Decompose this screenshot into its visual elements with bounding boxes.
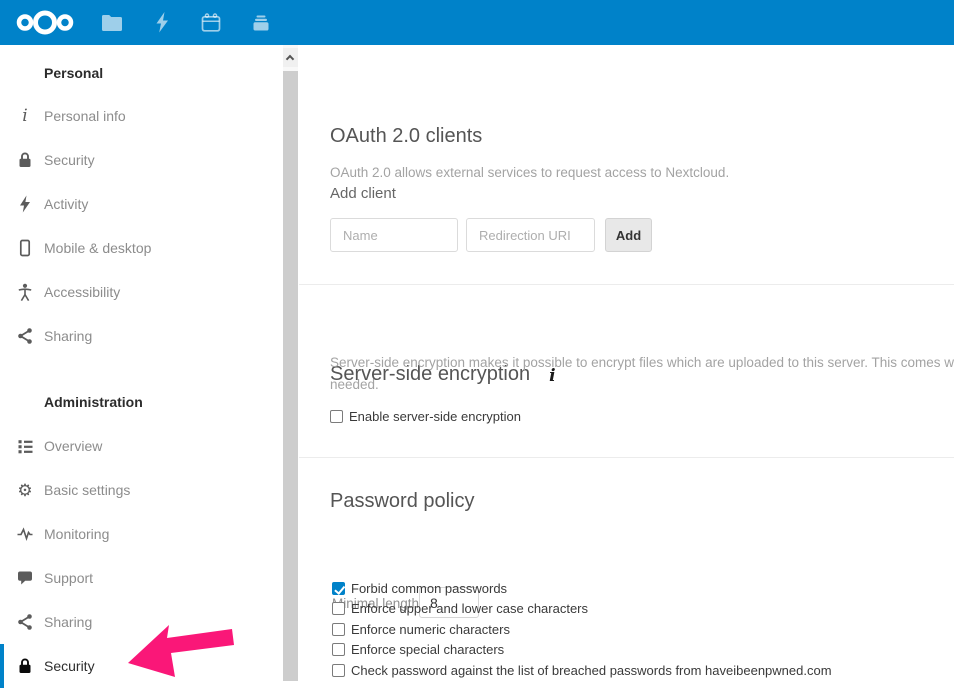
- sidebar-item-activity[interactable]: Activity: [0, 182, 283, 226]
- add-button[interactable]: Add: [605, 218, 652, 252]
- sidebar-item-label: Support: [44, 570, 93, 586]
- section-divider: [299, 284, 954, 285]
- sidebar-item-sharing-personal[interactable]: Sharing: [0, 314, 283, 358]
- enable-encryption-label: Enable server-side encryption: [349, 409, 521, 424]
- files-folder-icon[interactable]: [101, 13, 123, 32]
- deck-icon[interactable]: [250, 12, 272, 33]
- sidebar-item-label: Overview: [44, 438, 102, 454]
- sidebar-heading-personal: Personal: [0, 63, 283, 83]
- sidebar-item-security-personal[interactable]: Security: [0, 138, 283, 182]
- oauth-description: OAuth 2.0 allows external services to re…: [330, 165, 729, 180]
- sidebar-item-sharing-admin[interactable]: Sharing: [0, 600, 283, 644]
- policy-checkbox-row[interactable]: Check password against the list of breac…: [332, 663, 832, 678]
- calendar-icon[interactable]: [200, 12, 222, 33]
- sidebar-item-label: Sharing: [44, 614, 92, 630]
- settings-content: OAuth 2.0 clients OAuth 2.0 allows exter…: [299, 45, 954, 681]
- sidebar-heading-administration: Administration: [0, 392, 283, 412]
- list-icon: [16, 436, 34, 456]
- sidebar-item-mobile-desktop[interactable]: Mobile & desktop: [0, 226, 283, 270]
- settings-sidebar: Personal i Personal info Security Activi…: [0, 45, 283, 681]
- activity-lightning-icon[interactable]: [152, 11, 172, 34]
- policy-checkbox-row[interactable]: Forbid common passwords: [332, 581, 507, 596]
- nextcloud-logo[interactable]: [12, 7, 78, 38]
- sidebar-item-label: Basic settings: [44, 482, 130, 498]
- chevron-up-icon: [286, 55, 294, 63]
- chat-icon: [16, 568, 34, 588]
- forbid-common-passwords-checkbox[interactable]: [332, 582, 345, 595]
- encryption-description-line2: needed.: [330, 377, 379, 392]
- share-icon: [16, 612, 34, 632]
- policy-checkbox-row[interactable]: Enforce upper and lower case characters: [332, 601, 588, 616]
- encryption-description-line1: Server-side encryption makes it possible…: [330, 355, 954, 370]
- lightning-icon: [16, 194, 34, 214]
- accessibility-icon: [16, 282, 34, 302]
- oauth-section-title: OAuth 2.0 clients: [330, 125, 482, 148]
- gear-icon: ⚙: [16, 480, 34, 500]
- sidebar-item-label: Mobile & desktop: [44, 240, 151, 256]
- policy-checkbox-row[interactable]: Enforce special characters: [332, 642, 504, 657]
- check-breached-checkbox[interactable]: [332, 664, 345, 677]
- client-name-input[interactable]: [330, 218, 458, 252]
- add-client-label: Add client: [330, 185, 396, 202]
- sidebar-item-basic-settings[interactable]: ⚙ Basic settings: [0, 468, 283, 512]
- policy-checkbox-row[interactable]: Enforce numeric characters: [332, 622, 510, 637]
- section-divider: [299, 457, 954, 458]
- policy-checkbox-label: Enforce numeric characters: [351, 622, 510, 637]
- header-bar: [0, 0, 954, 45]
- policy-checkbox-label: Check password against the list of breac…: [351, 663, 832, 678]
- sidebar-item-label: Sharing: [44, 328, 92, 344]
- policy-checkbox-label: Enforce special characters: [351, 642, 504, 657]
- lock-icon: [16, 656, 34, 676]
- enable-encryption-checkbox[interactable]: [330, 410, 343, 423]
- sidebar-item-label: Accessibility: [44, 284, 120, 300]
- sidebar-item-security-admin[interactable]: Security: [0, 644, 283, 688]
- sidebar-item-accessibility[interactable]: Accessibility: [0, 270, 283, 314]
- sidebar-item-monitoring[interactable]: Monitoring: [0, 512, 283, 556]
- sidebar-item-personal-info[interactable]: i Personal info: [0, 94, 283, 138]
- redirection-uri-input[interactable]: [466, 218, 595, 252]
- enable-encryption-checkbox-row[interactable]: Enable server-side encryption: [330, 409, 521, 424]
- share-icon: [16, 326, 34, 346]
- scrollbar-up-button[interactable]: [283, 48, 298, 67]
- sidebar-item-label: Personal info: [44, 108, 126, 124]
- phone-icon: [16, 238, 34, 258]
- monitoring-icon: [16, 524, 34, 544]
- scrollbar-thumb[interactable]: [283, 71, 298, 681]
- sidebar-item-support[interactable]: Support: [0, 556, 283, 600]
- sidebar-scrollbar[interactable]: [283, 45, 298, 681]
- sidebar-item-label: Activity: [44, 196, 88, 212]
- sidebar-item-label: Security: [44, 152, 95, 168]
- sidebar-item-label: Monitoring: [44, 526, 109, 542]
- enforce-numeric-checkbox[interactable]: [332, 623, 345, 636]
- sidebar-item-label: Security: [44, 658, 95, 674]
- policy-checkbox-label: Forbid common passwords: [351, 581, 507, 596]
- enforce-special-checkbox[interactable]: [332, 643, 345, 656]
- info-icon: i: [16, 106, 34, 126]
- sidebar-item-overview[interactable]: Overview: [0, 424, 283, 468]
- lock-icon: [16, 150, 34, 170]
- password-policy-title: Password policy: [330, 490, 475, 513]
- enforce-case-checkbox[interactable]: [332, 602, 345, 615]
- policy-checkbox-label: Enforce upper and lower case characters: [351, 601, 588, 616]
